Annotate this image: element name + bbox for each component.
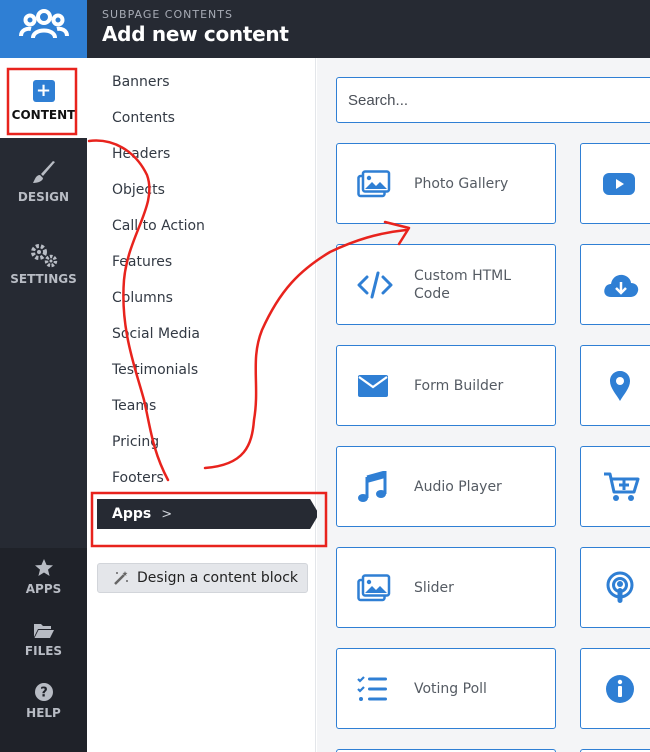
star-icon	[34, 559, 53, 576]
app-tile-label: Voting Poll	[414, 680, 487, 697]
app-tile-label: Photo Gallery	[414, 175, 509, 192]
app-tile-form-builder[interactable]: Form Builder	[336, 345, 556, 426]
category-item-apps[interactable]: Apps >	[97, 499, 319, 529]
category-item-features[interactable]: Features	[112, 254, 172, 270]
app-tile-photo-gallery[interactable]: Photo Gallery	[336, 143, 556, 224]
youtube-icon	[603, 172, 635, 195]
category-item-footers[interactable]: Footers	[112, 470, 164, 486]
image-icon	[357, 573, 391, 601]
rail-item-label: APPS	[25, 582, 62, 596]
rail-item-label: SETTINGS	[10, 272, 77, 286]
design-content-block-label: Design a content block	[137, 570, 299, 586]
category-item-teams[interactable]: Teams	[112, 398, 156, 414]
app-tile-cloud-download[interactable]	[580, 244, 650, 325]
app-tile-youtube[interactable]	[580, 143, 650, 224]
category-item-call-to-action[interactable]: Call to Action	[112, 218, 205, 234]
info-icon	[606, 674, 634, 703]
app-tile-label: Form Builder	[414, 377, 504, 394]
app-logo[interactable]	[0, 0, 87, 58]
category-apps-label: Apps	[112, 506, 152, 522]
rail-bottom-section: APPS FILES ? HELP	[0, 548, 87, 752]
rail-item-files[interactable]: FILES	[0, 620, 87, 658]
category-item-objects[interactable]: Objects	[112, 182, 165, 198]
category-item-headers[interactable]: Headers	[112, 146, 170, 162]
code-icon	[357, 271, 393, 298]
photo-gallery-icon	[357, 169, 391, 197]
category-list: Banners Contents Headers Objects Call to…	[87, 58, 319, 752]
page-title: Add new content	[102, 22, 289, 46]
svg-text:?: ?	[40, 686, 48, 701]
podcast-icon	[606, 571, 634, 603]
map-pin-icon	[610, 370, 630, 401]
category-item-columns[interactable]: Columns	[112, 290, 173, 306]
rail-item-design[interactable]: DESIGN	[0, 160, 87, 204]
search-input[interactable]	[336, 77, 650, 123]
plus-icon: +	[32, 80, 55, 102]
app-tile-info[interactable]	[580, 648, 650, 729]
magic-wand-icon	[114, 571, 128, 585]
checklist-icon	[357, 675, 387, 701]
app-tile-voting-poll[interactable]: Voting Poll	[336, 648, 556, 729]
envelope-icon	[358, 374, 388, 397]
category-item-contents[interactable]: Contents	[112, 110, 175, 126]
rail-item-label: HELP	[26, 706, 61, 720]
category-item-social-media[interactable]: Social Media	[112, 326, 200, 342]
left-rail: + CONTENT DESIGN SETTINGS APPS FILES ? H…	[0, 58, 87, 752]
category-item-testimonials[interactable]: Testimonials	[112, 362, 198, 378]
rail-item-settings[interactable]: SETTINGS	[0, 242, 87, 286]
users-group-icon	[18, 9, 69, 39]
apps-panel: Photo Gallery Custom HTML Code Form Buil…	[317, 58, 650, 752]
rail-item-label: DESIGN	[17, 190, 70, 204]
rail-item-label: CONTENT	[11, 108, 76, 122]
rail-item-label: FILES	[24, 644, 63, 658]
rail-item-help[interactable]: ? HELP	[0, 682, 87, 720]
category-item-pricing[interactable]: Pricing	[112, 434, 159, 450]
music-icon	[358, 470, 387, 502]
cloud-download-icon	[604, 274, 639, 297]
app-tile-slider[interactable]: Slider	[336, 547, 556, 628]
app-tile-label: Audio Player	[414, 478, 502, 495]
question-circle-icon: ?	[34, 683, 53, 701]
rail-item-apps[interactable]: APPS	[0, 558, 87, 596]
app-tile-label: Custom HTML Code	[414, 267, 512, 302]
chevron-right-icon: >	[161, 506, 173, 522]
rail-item-content[interactable]: + CONTENT	[0, 80, 87, 122]
category-item-banners[interactable]: Banners	[112, 74, 170, 90]
page-subtitle: SUBPAGE CONTENTS	[102, 8, 233, 21]
gears-icon	[30, 244, 57, 268]
app-tile-custom-html[interactable]: Custom HTML Code	[336, 244, 556, 325]
folder-open-icon	[33, 624, 54, 638]
design-content-block-button[interactable]: Design a content block	[97, 563, 308, 593]
app-tile-label: Slider	[414, 579, 454, 596]
page-header: SUBPAGE CONTENTS Add new content	[87, 0, 650, 58]
app-tile-cart[interactable]	[580, 446, 650, 527]
app-tile-podcast[interactable]	[580, 547, 650, 628]
cart-plus-icon	[604, 472, 640, 501]
paintbrush-icon	[32, 161, 55, 183]
app-tile-audio-player[interactable]: Audio Player	[336, 446, 556, 527]
app-tile-map[interactable]	[580, 345, 650, 426]
